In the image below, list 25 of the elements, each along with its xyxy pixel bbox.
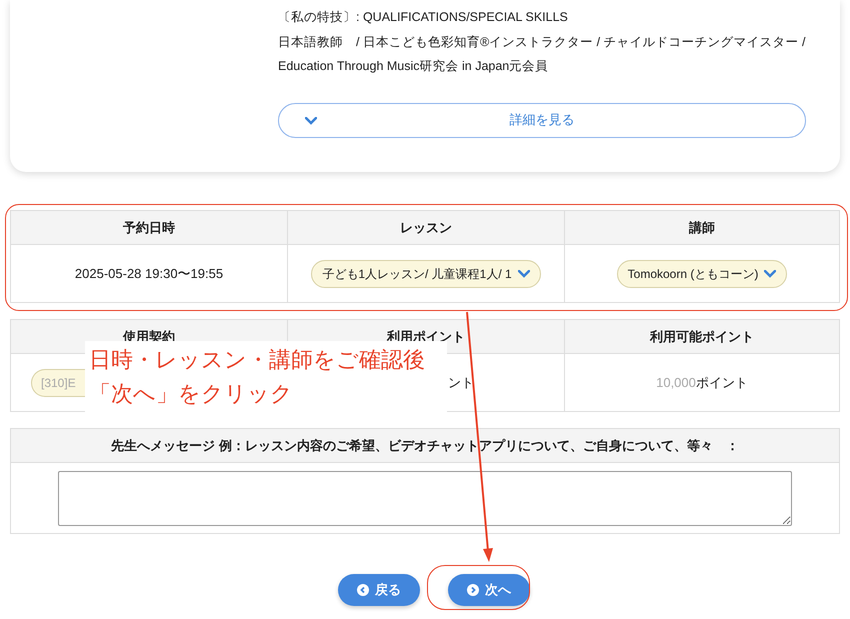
qualification-text: 〔私の特技〕: QUALIFICATIONS/SPECIAL SKILLS (278, 9, 569, 26)
back-button[interactable]: 戻る (338, 574, 420, 606)
points-unit: ポイント (696, 374, 748, 392)
select-field[interactable]: Tomokoorn (ともコーン) (616, 260, 788, 288)
chevron-left-icon (357, 584, 369, 596)
column-header: 利用可能ポイント (565, 320, 839, 354)
points-value: 10,000 (656, 374, 696, 392)
message-label: 先生へメッセージ 例：レッスン内容のご希望、ビデオチャットアプリについて、ご自身について、等々 ： (11, 429, 839, 463)
points-text: ント (448, 374, 474, 392)
column-header: 予約日時 (11, 211, 288, 245)
callout-text: 「次へ」をクリック (89, 380, 294, 408)
chevron-down-icon (305, 116, 317, 124)
select-field[interactable]: 子ども1人レッスン/ 儿童课程1人/ 1 (311, 260, 541, 288)
chevron-down-icon (518, 270, 530, 278)
column-header: レッスン (288, 211, 565, 245)
column-header: 講師 (565, 211, 839, 245)
message-field[interactable] (58, 471, 792, 526)
chevron-down-icon (764, 270, 776, 278)
qualification-text: 日本語教師 / 日本こども色彩知育®インストラクター / チャイルドコーチングマイスター / (278, 34, 807, 50)
chevron-right-icon (467, 584, 479, 596)
date-text: 2025-05-28 19:30〜19:55 (74, 264, 224, 283)
qualification-text: Education Through Music研究会 in Japan元会員 (278, 58, 550, 75)
next-button[interactable]: 次へ (448, 574, 530, 606)
details-button[interactable]: 詳細を見る (278, 102, 806, 138)
select-field[interactable]: [310]E (31, 368, 85, 396)
